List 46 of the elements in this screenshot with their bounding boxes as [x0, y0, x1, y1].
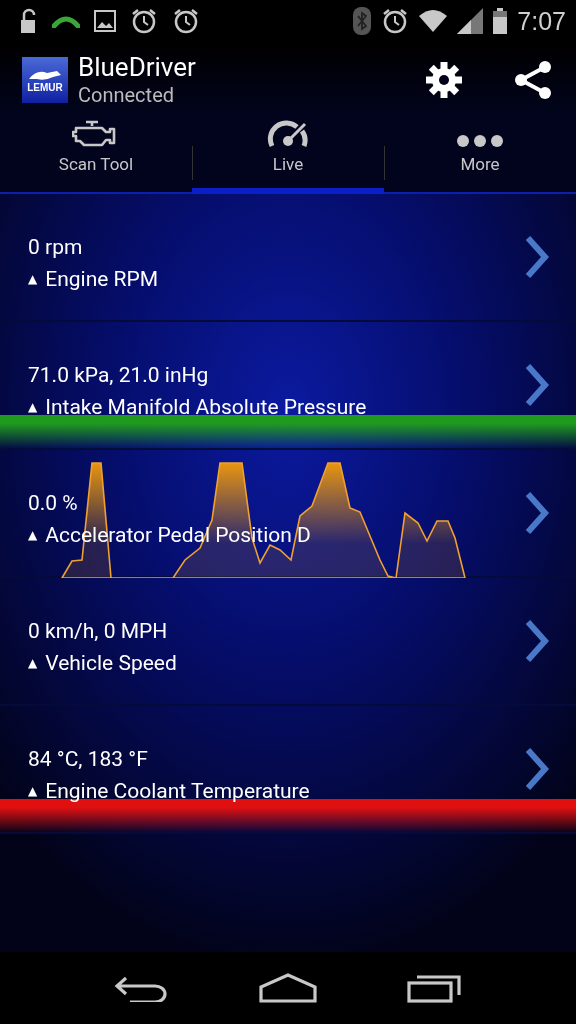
settings-icon[interactable]	[424, 60, 464, 100]
chevron-right-icon[interactable]	[524, 747, 550, 791]
phone-icon	[52, 14, 80, 28]
chevron-right-icon[interactable]	[524, 491, 550, 535]
chevron-right-icon[interactable]	[524, 235, 550, 279]
recent-apps-icon[interactable]	[406, 973, 462, 1003]
alarm-icon	[172, 7, 200, 35]
tab[interactable]: Scan Tool	[0, 118, 192, 194]
logo-text: LEMUR	[27, 82, 63, 93]
signal-icon	[457, 8, 484, 34]
reading-name: Intake Manifold Absolute Pressure	[45, 394, 367, 420]
home-icon[interactable]	[258, 973, 318, 1003]
reading-value: 0 km/h, 0 MPH	[28, 618, 169, 644]
reading-value: 84 °C, 183 °F	[28, 746, 149, 772]
trend-arrow: ▲	[28, 400, 38, 414]
battery-icon	[493, 8, 508, 34]
reading-row[interactable]: 0 rpm ▲ Engine RPM	[0, 194, 576, 322]
reading-value: 0 rpm	[28, 234, 84, 260]
trend-arrow: ▲	[28, 272, 38, 286]
trend-arrow: ▲	[28, 784, 38, 798]
reading-name: Engine RPM	[45, 266, 159, 292]
reading-row[interactable]: 0 km/h, 0 MPH ▲ Vehicle Speed	[0, 578, 576, 706]
reading-row[interactable]: 84 °C, 183 °F ▲ Engine Coolant Temperature	[0, 706, 576, 834]
lock-icon	[18, 8, 38, 34]
bluetooth-icon	[353, 7, 372, 35]
reading-row[interactable]: 71.0 kPa, 21.0 inHg ▲ Intake Manifold Absolute Pressure	[0, 322, 576, 450]
back-icon[interactable]	[114, 974, 170, 1002]
share-icon[interactable]	[512, 59, 554, 101]
reading-value: 0.0 %	[28, 490, 79, 516]
trend-arrow: ▲	[28, 528, 38, 542]
tab[interactable]: More	[384, 118, 576, 194]
trend-arrow: ▲	[28, 656, 38, 670]
reading-value: 71.0 kPa, 21.0 inHg	[28, 362, 210, 388]
clock-time: 7:07	[517, 6, 566, 36]
image-icon	[94, 10, 116, 32]
reading-name: Engine Coolant Temperature	[45, 778, 310, 804]
wifi-icon	[419, 10, 448, 32]
tab[interactable]: Live	[192, 118, 384, 194]
alarm-icon	[130, 7, 158, 35]
chevron-right-icon[interactable]	[524, 363, 550, 407]
more-icon	[456, 134, 504, 148]
gauge-icon	[267, 118, 309, 148]
chevron-right-icon[interactable]	[524, 619, 550, 663]
reading-name: Vehicle Speed	[45, 650, 177, 676]
connection-status: Connected	[78, 82, 175, 108]
app-title: BlueDriver	[78, 52, 197, 82]
